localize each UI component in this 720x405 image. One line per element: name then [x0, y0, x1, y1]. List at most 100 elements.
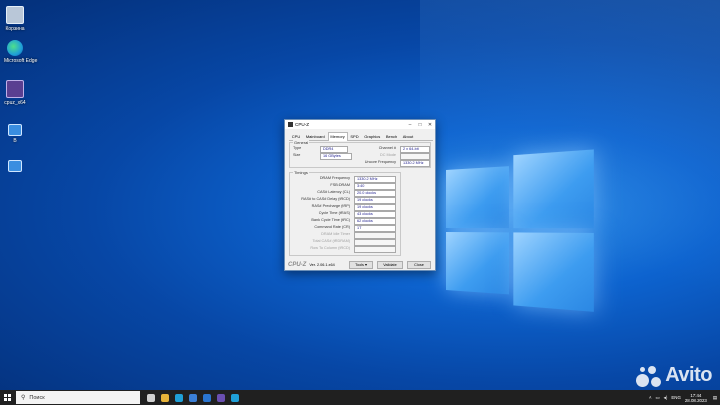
cpuz-brand: CPU-Z	[288, 261, 307, 268]
timing-label: DRAM Idle Timer	[321, 232, 350, 236]
recycle-bin-desktop-icon[interactable]: Корзина	[4, 6, 26, 32]
type-value: DDR4	[320, 146, 348, 153]
timing-label: CAS# Latency (CL)	[317, 190, 350, 194]
maximize-button[interactable]: □	[415, 122, 425, 128]
cpuz-desktop-icon[interactable]: cpuz_x64	[4, 80, 26, 106]
windows-logo-wallpaper	[446, 145, 594, 312]
shortcut-desktop-icon-2[interactable]	[4, 160, 26, 174]
monitor-icon	[8, 124, 22, 136]
chevron-up-icon[interactable]: ˄	[649, 395, 652, 400]
validate-button[interactable]: Validate	[377, 260, 403, 269]
timing-label: Row To Column (tRCD)	[310, 246, 350, 250]
cpuz-window: CPU-Z – □ ✕ CPU Mainboard Memory SPD Gra…	[284, 119, 436, 271]
timing-label: Total CAS# (tRDRAM)	[312, 239, 350, 243]
taskbar-search[interactable]: ⚲ Поиск	[16, 391, 140, 404]
timing-value: 3:40	[354, 183, 396, 190]
channel-value: 2 x 64-bit	[400, 146, 430, 153]
edge-icon	[231, 393, 239, 402]
type-label: Type	[293, 146, 302, 150]
taskbar-app-5[interactable]	[214, 390, 228, 405]
recycle-bin-icon	[6, 6, 24, 24]
timing-value	[354, 246, 396, 253]
file-explorer-icon	[161, 393, 169, 402]
timings-group-label: Timings	[293, 170, 309, 175]
size-value: 16 GBytes	[320, 153, 352, 160]
taskbar-apps	[144, 390, 242, 405]
start-button[interactable]	[0, 390, 14, 405]
timing-value: 1330.2 MHz	[354, 176, 396, 183]
dc-mode-value	[400, 153, 430, 160]
timings-group: Timings DRAM Frequency 1330.2 MHz FSB:DRAM…	[289, 170, 401, 256]
timing-label: DRAM Frequency	[319, 176, 350, 180]
close-window-button[interactable]: ✕	[425, 122, 435, 128]
tab-memory[interactable]: Memory	[327, 132, 348, 141]
tab-mainboard[interactable]: Mainboard	[303, 132, 328, 140]
taskbar-app-4[interactable]	[200, 390, 214, 405]
network-icon[interactable]: ▭	[656, 395, 660, 401]
minimize-button[interactable]: –	[405, 122, 415, 128]
tab-cpu[interactable]: CPU	[289, 132, 303, 140]
avito-logo-icon	[636, 365, 662, 387]
window-title: CPU-Z	[295, 122, 310, 127]
timing-label: Command Rate (CR)	[314, 225, 350, 229]
version-text: Ver. 2.06.1.x64	[309, 262, 335, 267]
store-icon	[189, 393, 197, 402]
channel-label: Channel #	[378, 146, 396, 150]
title-bar[interactable]: CPU-Z – □ ✕	[285, 120, 435, 129]
tab-bar: CPU Mainboard Memory SPD Graphics Bench …	[289, 132, 433, 141]
timing-label: RAS# Precharge (tRP)	[311, 204, 350, 208]
search-icon: ⚲	[21, 395, 26, 401]
taskbar-app-0[interactable]	[144, 390, 158, 405]
general-group: General Type DDR4 Size 16 GBytes Channel…	[289, 140, 431, 168]
volume-icon[interactable]: ◂)	[664, 395, 668, 401]
monitor-icon	[8, 160, 22, 172]
taskbar-app-3[interactable]	[186, 390, 200, 405]
footer-bar: CPU-Z Ver. 2.06.1.x64 Tools ▾ Validate C…	[285, 259, 435, 270]
taskbar-app-1[interactable]	[158, 390, 172, 405]
avito-watermark: Avito	[636, 364, 712, 387]
clock-date: 28.08.2023	[684, 397, 707, 403]
cpuz-icon	[6, 80, 24, 98]
tab-graphics[interactable]: Graphics	[361, 132, 383, 140]
timing-value: 20.0 clocks	[354, 190, 396, 197]
clock[interactable]: 17:44 28.08.2023	[685, 393, 707, 403]
task-view-icon	[147, 393, 155, 402]
notifications-icon[interactable]: ▤	[713, 395, 717, 401]
mail-icon	[203, 393, 211, 402]
timing-value: 19 clocks	[354, 204, 396, 211]
taskbar-app-2[interactable]	[172, 390, 186, 405]
timing-value: 43 clocks	[354, 211, 396, 218]
timing-value	[354, 239, 396, 246]
timing-label: RAS# to CAS# Delay (tRCD)	[301, 197, 350, 201]
timing-value: 19 clocks	[354, 197, 396, 204]
general-group-label: General	[293, 140, 310, 145]
cpuz-icon	[217, 393, 225, 402]
timing-value: 1T	[354, 225, 396, 232]
tab-bench[interactable]: Bench	[383, 132, 400, 140]
windows-start-icon	[3, 394, 11, 401]
timing-value	[354, 232, 396, 239]
timing-label: Cycle Time (tRAS)	[318, 211, 350, 215]
edge-icon	[175, 393, 183, 402]
edge-desktop-icon[interactable]: Microsoft Edge	[4, 40, 37, 64]
edge-icon	[7, 40, 23, 56]
close-button[interactable]: Close	[407, 260, 431, 269]
size-label: Size	[293, 153, 301, 157]
uncore-frequency-label: Uncore Frequency	[364, 160, 396, 164]
taskbar-app-6[interactable]	[228, 390, 242, 405]
taskbar: ⚲ Поиск ˄ ▭ ◂) ENG 17:44 28.08.2023 ▤	[0, 390, 720, 405]
timing-value: 62 clocks	[354, 218, 396, 225]
timing-label: FSB:DRAM	[330, 183, 350, 187]
uncore-frequency-value: 1330.2 MHz	[400, 160, 430, 167]
cpuz-app-icon	[288, 122, 293, 127]
tools-dropdown-button[interactable]: Tools ▾	[349, 260, 373, 269]
search-placeholder: Поиск	[29, 394, 45, 401]
tab-about[interactable]: About	[400, 132, 416, 140]
language-indicator[interactable]: ENG	[671, 395, 681, 400]
avito-text: Avito	[665, 364, 712, 386]
timing-label: Bank Cycle Time (tRC)	[311, 218, 350, 222]
dc-mode-label: DC Mode	[379, 153, 396, 157]
shortcut-desktop-icon[interactable]: В	[4, 124, 26, 144]
system-tray: ˄ ▭ ◂) ENG 17:44 28.08.2023 ▤	[649, 390, 720, 405]
tab-spd[interactable]: SPD	[348, 132, 362, 140]
